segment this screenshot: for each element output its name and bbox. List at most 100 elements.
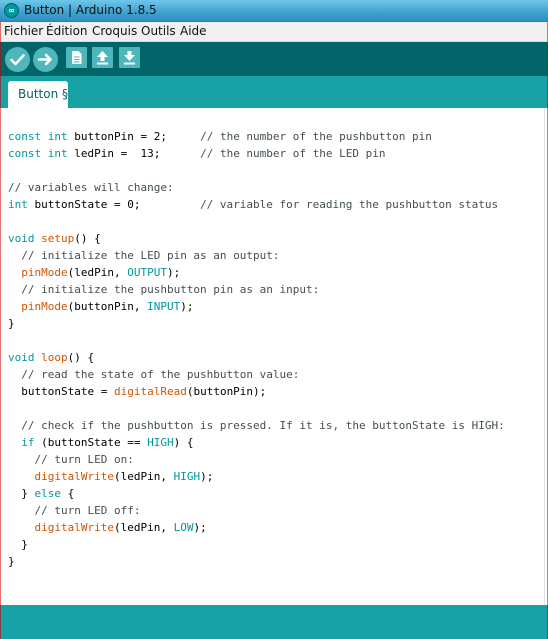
code-line: void loop() { bbox=[8, 349, 505, 366]
code-token: digitalWrite bbox=[34, 521, 114, 534]
code-token: (buttonPin, bbox=[67, 300, 148, 313]
code-token: // turn LED on: bbox=[34, 453, 134, 466]
code-token: void bbox=[8, 351, 35, 364]
code-token: } bbox=[8, 555, 15, 568]
verify-icon bbox=[10, 54, 25, 66]
save-button[interactable] bbox=[119, 47, 140, 68]
code-line: const int ledPin = 13; // the number of … bbox=[8, 145, 505, 162]
code-line: buttonState = digitalRead(buttonPin); bbox=[8, 383, 505, 400]
title-bar: ∞ Button | Arduino 1.8.5 bbox=[0, 0, 548, 22]
code-token: LOW bbox=[173, 521, 194, 534]
verify-button[interactable] bbox=[5, 47, 30, 72]
code-line: // read the state of the pushbutton valu… bbox=[8, 366, 505, 383]
code-token: (ledPin, bbox=[67, 266, 128, 279]
code-token: () { bbox=[67, 351, 95, 364]
code-token: ); bbox=[166, 266, 181, 279]
code-token: buttonPin = 2; bbox=[67, 130, 201, 143]
window-title: Button | Arduino 1.8.5 bbox=[24, 3, 157, 17]
code-token: // turn LED off: bbox=[34, 504, 141, 517]
arduino-logo-icon: ∞ bbox=[4, 3, 19, 18]
save-icon bbox=[124, 51, 135, 65]
code-line: digitalWrite(ledPin, HIGH); bbox=[8, 468, 505, 485]
code-line: } bbox=[8, 553, 505, 570]
code-token: ); bbox=[200, 470, 214, 483]
code-token: (buttonState == bbox=[34, 436, 148, 449]
code-token: pinMode bbox=[21, 300, 68, 313]
code-token: { bbox=[61, 487, 75, 500]
code-line: // variables will change: bbox=[8, 179, 505, 196]
menu-bar: Fichier Édition Croquis Outils Aide bbox=[0, 22, 548, 42]
code-line: const int buttonPin = 2; // the number o… bbox=[8, 128, 505, 145]
menu-croquis[interactable]: Croquis bbox=[92, 24, 137, 38]
code-token: int bbox=[47, 147, 68, 160]
code-token: pinMode bbox=[21, 266, 68, 279]
code-line: pinMode(ledPin, OUTPUT); bbox=[8, 264, 505, 281]
code-token: int bbox=[47, 130, 68, 143]
tab-label: Button § bbox=[18, 87, 69, 101]
new-button[interactable] bbox=[66, 47, 87, 68]
code-line: // initialize the pushbutton pin as an i… bbox=[8, 281, 505, 298]
console-panel bbox=[0, 605, 548, 639]
menu-edition[interactable]: Édition bbox=[46, 24, 88, 38]
code-line: // initialize the LED pin as an output: bbox=[8, 247, 505, 264]
code-token: ); bbox=[193, 521, 207, 534]
upload-icon bbox=[37, 53, 52, 66]
code-line: digitalWrite(ledPin, LOW); bbox=[8, 519, 505, 536]
code-token: ledPin = 13; bbox=[67, 147, 201, 160]
code-token: (ledPin, bbox=[113, 470, 174, 483]
code-line: // turn LED on: bbox=[8, 451, 505, 468]
code-token: HIGH bbox=[173, 470, 201, 483]
code-token: buttonState = 0; bbox=[27, 198, 201, 211]
code-token: const bbox=[8, 130, 42, 143]
code-line: } else { bbox=[8, 485, 505, 502]
open-button[interactable] bbox=[92, 47, 113, 68]
code-token: if bbox=[21, 436, 35, 449]
code-editor[interactable]: const int buttonPin = 2; // the number o… bbox=[0, 108, 544, 605]
code-token: } bbox=[8, 538, 28, 551]
code-token: ) { bbox=[173, 436, 194, 449]
code-line: int buttonState = 0; // variable for rea… bbox=[8, 196, 505, 213]
code-token: loop bbox=[41, 351, 68, 364]
code-token: const bbox=[8, 147, 42, 160]
tab-button-sketch[interactable]: Button § bbox=[8, 81, 68, 108]
window-border-left bbox=[0, 22, 1, 639]
code-token: () { bbox=[74, 232, 101, 245]
code-token: // the number of the pushbutton pin bbox=[200, 130, 432, 143]
code-line: // turn LED off: bbox=[8, 502, 505, 519]
code-token: int bbox=[8, 198, 28, 211]
code-line: pinMode(buttonPin, INPUT); bbox=[8, 298, 505, 315]
open-icon bbox=[97, 51, 108, 65]
menu-fichier[interactable]: Fichier bbox=[4, 24, 43, 38]
code-token: void bbox=[8, 232, 35, 245]
code-token: // variables will change: bbox=[8, 181, 174, 194]
code-token: // check if the pushbutton is pressed. I… bbox=[21, 419, 505, 432]
code-token: // initialize the pushbutton pin as an i… bbox=[21, 283, 320, 296]
code-token: // read the state of the pushbutton valu… bbox=[21, 368, 300, 381]
code-token: (buttonPin); bbox=[186, 385, 267, 398]
code-token: digitalRead bbox=[113, 385, 187, 398]
menu-outils[interactable]: Outils bbox=[141, 24, 176, 38]
code-token: // the number of the LED pin bbox=[200, 147, 386, 160]
code-token: buttonState = bbox=[8, 385, 114, 398]
menu-aide[interactable]: Aide bbox=[180, 24, 207, 38]
upload-button[interactable] bbox=[33, 47, 58, 72]
code-token: (ledPin, bbox=[113, 521, 174, 534]
code-token: HIGH bbox=[147, 436, 174, 449]
code-text: const int buttonPin = 2; // the number o… bbox=[8, 128, 505, 570]
code-token: // variable for reading the pushbutton s… bbox=[200, 198, 499, 211]
